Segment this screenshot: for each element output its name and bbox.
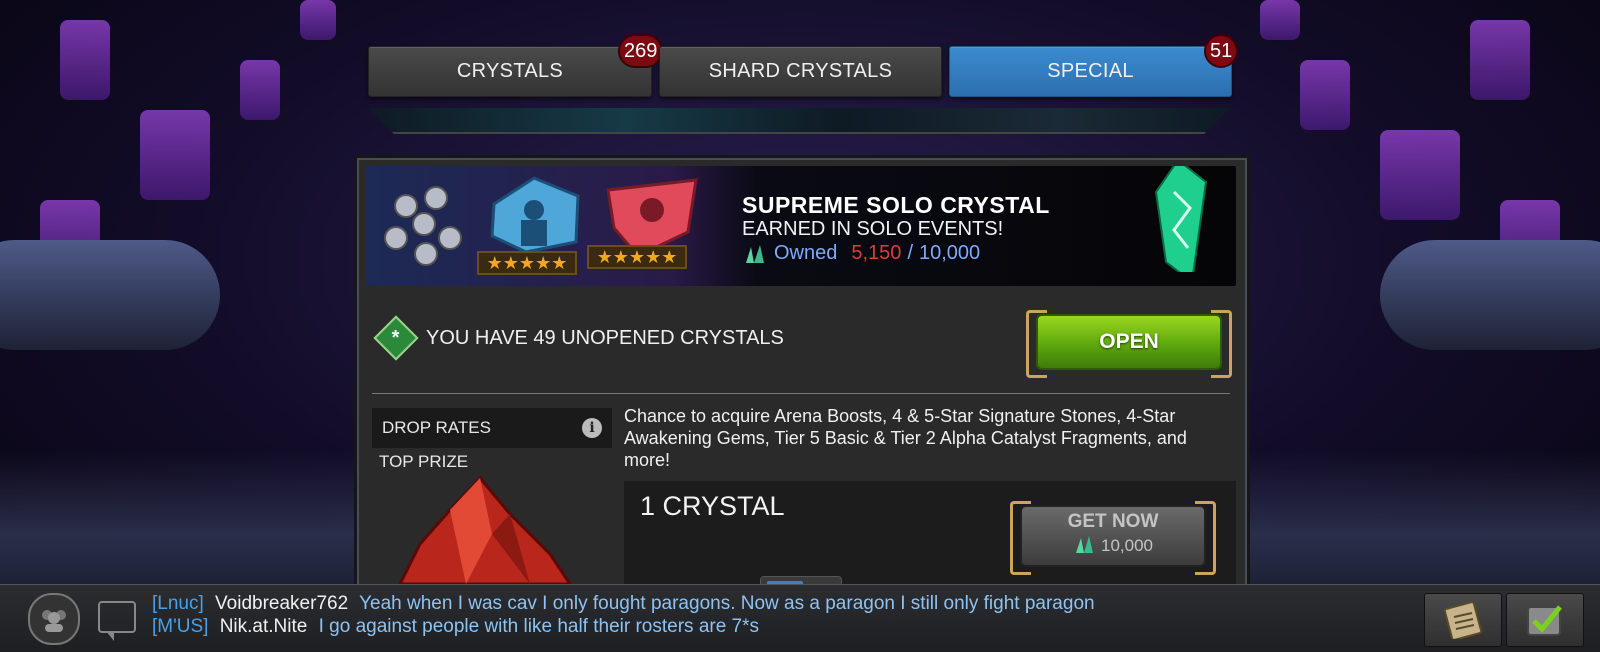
chat-tag: [M'US] <box>152 616 209 637</box>
drop-rates-button[interactable]: DROP RATES i <box>372 408 612 448</box>
drop-rates-label: DROP RATES <box>382 418 491 437</box>
get-now-label: GET NOW <box>1067 511 1159 532</box>
crystal-description: Chance to acquire Arena Boosts, 4 & 5-St… <box>624 406 1187 470</box>
svg-text:★★★★★: ★★★★★ <box>597 247 678 268</box>
banner-art: ★★★★★ ★★★★★ <box>384 176 698 275</box>
unopened-text: YOU HAVE 49 UNOPENED CRYSTALS <box>426 326 784 349</box>
checkmark-scroll-icon <box>1527 605 1562 636</box>
tab-label: SPECIAL <box>1047 60 1134 82</box>
top-prize-crystal-icon <box>398 475 572 584</box>
catalyst-fragments-icon <box>384 186 462 266</box>
clipboard-icon <box>1443 601 1483 639</box>
special-count-badge: 51 <box>1204 34 1239 68</box>
purchase-panel: 1 CRYSTAL GET NOW 10,000 <box>624 481 1236 591</box>
get-now-price: 10,000 <box>1010 535 1216 556</box>
open-button[interactable]: OPEN <box>1026 310 1232 378</box>
chat-message: [M'US] Nik.at.Nite I go against people w… <box>152 616 759 638</box>
owned-shards: Owned 5,150/ 10,000 <box>742 242 980 265</box>
price-value: 10,000 <box>1101 536 1153 555</box>
alliance-icon[interactable] <box>28 593 80 645</box>
crystal-subtitle: EARNED IN SOLO EVENTS! <box>742 218 1004 240</box>
chat-message: [Lnuc] Voidbreaker762 Yeah when I was ca… <box>152 593 1095 615</box>
objectives-button[interactable] <box>1506 593 1584 647</box>
divider <box>372 393 1230 394</box>
tab-label: CRYSTALS <box>456 60 564 82</box>
chat-user[interactable]: Voidbreaker762 <box>215 593 348 614</box>
unopened-crystals: * YOU HAVE 49 UNOPENED CRYSTALS <box>373 315 784 361</box>
chat-text: Yeah when I was cav I only fought parago… <box>359 593 1095 614</box>
crystal-banner: ★★★★★ ★★★★★ SUPREME SOLO CRYSTAL EARNED … <box>366 166 1236 286</box>
info-icon[interactable]: i <box>582 418 602 438</box>
chat-tag: [Lnuc] <box>152 593 204 614</box>
top-prize-label: TOP PRIZE <box>379 452 469 471</box>
asterisk-diamond-icon: * <box>373 315 419 361</box>
shard-icon <box>746 244 764 263</box>
supreme-crystal-icon <box>1154 166 1208 272</box>
awakening-gem-icon: ★★★★★ <box>477 176 580 275</box>
signature-stone-icon: ★★★★★ <box>587 178 698 269</box>
get-now-button[interactable]: GET NOW 10,000 <box>1010 501 1216 575</box>
owned-total: 10,000 <box>919 242 981 264</box>
chat-text: I go against people with like half their… <box>318 616 760 637</box>
tab-shard-crystals[interactable]: SHARD CRYSTALS <box>659 46 942 97</box>
chat-bar: [Lnuc] Voidbreaker762 Yeah when I was ca… <box>0 584 1600 652</box>
quests-button[interactable] <box>1424 593 1502 647</box>
tab-crystals[interactable]: CRYSTALS <box>368 46 652 97</box>
owned-current: 5,150 <box>851 242 902 264</box>
crystal-tabs: CRYSTALS 269 SHARD CRYSTALS SPECIAL 51 <box>368 34 1239 97</box>
crystals-count-badge: 269 <box>618 34 664 68</box>
group-icon <box>42 610 66 632</box>
shard-icon <box>1076 536 1093 553</box>
owned-separator: / <box>907 242 913 264</box>
previous-crystal-strip <box>368 108 1230 134</box>
tab-special[interactable]: SPECIAL <box>949 46 1232 97</box>
chat-bubble-icon[interactable] <box>98 601 136 641</box>
purchase-quantity: 1 CRYSTAL <box>640 491 785 521</box>
svg-text:★★★★★: ★★★★★ <box>487 253 568 274</box>
chat-user[interactable]: Nik.at.Nite <box>220 616 308 637</box>
open-button-label: OPEN <box>1099 330 1159 353</box>
tab-label: SHARD CRYSTALS <box>708 60 893 82</box>
owned-label: Owned <box>774 242 838 264</box>
crystal-title: SUPREME SOLO CRYSTAL <box>742 192 1050 218</box>
